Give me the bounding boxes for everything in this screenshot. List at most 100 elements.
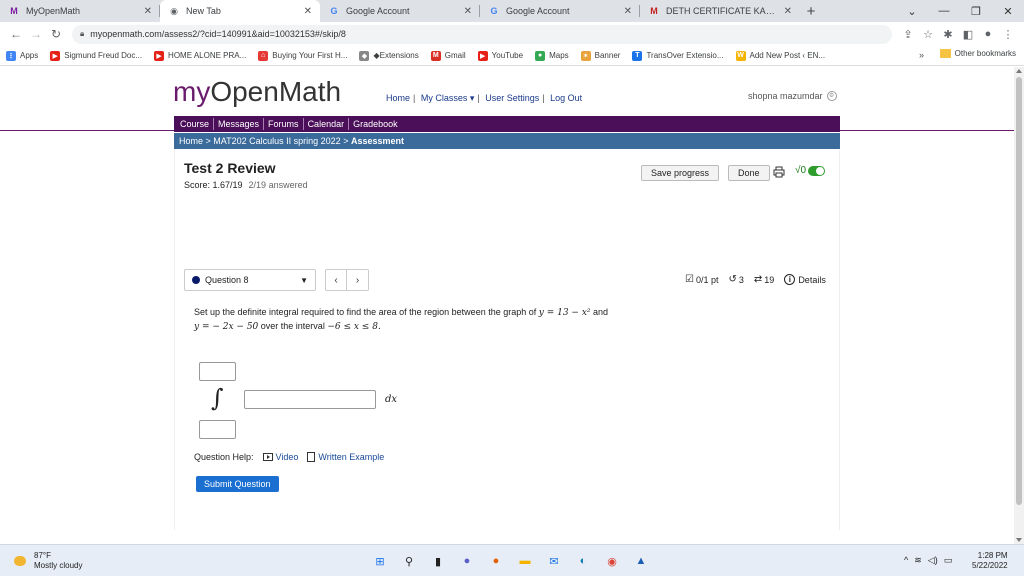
- page-scrollbar[interactable]: [1014, 67, 1024, 544]
- save-progress-button[interactable]: Save progress: [641, 165, 720, 181]
- bookmark-item[interactable]: ● Maps: [535, 50, 569, 61]
- browser-tab-4[interactable]: G Google Account ✕: [480, 0, 640, 22]
- user-settings-gear-icon[interactable]: ⚙: [826, 91, 837, 101]
- scroll-thumb[interactable]: [1016, 77, 1022, 505]
- course-nav-messages[interactable]: Messages: [214, 118, 265, 130]
- battery-icon[interactable]: ▭: [944, 555, 953, 566]
- task-view-icon[interactable]: ▮: [429, 552, 447, 570]
- browser-tab-5[interactable]: M DETH CERTIFICATE KALIPADA M... ✕: [640, 0, 800, 22]
- new-tab-button[interactable]: +: [800, 0, 822, 22]
- url-input[interactable]: 🔒︎ myopenmath.com/assess2/?cid=140991&ai…: [72, 24, 892, 44]
- youtube-icon: ▶: [154, 50, 165, 61]
- nav-logout-link[interactable]: Log Out: [550, 93, 582, 103]
- photos-icon[interactable]: ▲: [632, 552, 650, 570]
- nav-user-settings-link[interactable]: User Settings: [485, 93, 539, 103]
- bookmark-item[interactable]: M Gmail: [430, 50, 466, 61]
- tab-title: DETH CERTIFICATE KALIPADA M...: [666, 6, 780, 16]
- forward-icon[interactable]: →: [26, 27, 46, 41]
- submit-question-button[interactable]: Submit Question: [196, 476, 279, 492]
- breadcrumb-course[interactable]: MAT202 Calculus II spring 2022: [213, 136, 340, 146]
- bookmark-item[interactable]: ▶ HOME ALONE PRA...: [154, 50, 246, 61]
- browser-tab-1[interactable]: M MyOpenMath ✕: [0, 0, 160, 22]
- prev-question-button[interactable]: ‹: [325, 269, 347, 291]
- course-nav-calendar[interactable]: Calendar: [304, 118, 350, 130]
- chrome-icon[interactable]: ◉: [603, 552, 621, 570]
- wifi-icon[interactable]: ≋: [914, 555, 922, 566]
- restore-icon[interactable]: ❐: [960, 0, 992, 22]
- browser-tab-3[interactable]: G Google Account ✕: [320, 0, 480, 22]
- bookmark-item[interactable]: ▶ Sigmund Freud Doc...: [50, 50, 142, 61]
- back-icon[interactable]: ←: [6, 27, 26, 41]
- bookmark-apps[interactable]: ⋮ Apps: [6, 50, 38, 61]
- integrand-input[interactable]: [244, 390, 376, 409]
- bookmark-item[interactable]: W Add New Post ‹ EN...: [735, 50, 825, 61]
- lower-limit-input[interactable]: [199, 420, 236, 439]
- sidepanel-icon[interactable]: ◧: [958, 28, 978, 41]
- search-icon[interactable]: ⚲: [400, 552, 418, 570]
- extension-icon: ◆: [359, 50, 370, 61]
- retry-icon: ↺: [728, 274, 737, 285]
- close-tab-icon[interactable]: ✕: [304, 6, 312, 17]
- bookmark-item[interactable]: ◆ ◆Extensions: [359, 50, 419, 61]
- tab-search-icon[interactable]: ⌄: [896, 0, 928, 22]
- lock-icon[interactable]: 🔒︎: [80, 29, 84, 39]
- scroll-down-icon[interactable]: [1016, 538, 1022, 542]
- video-link[interactable]: Video: [262, 452, 298, 462]
- upper-limit-input[interactable]: [199, 362, 236, 381]
- bookmark-item[interactable]: ▶ YouTube: [477, 50, 523, 61]
- reload-icon[interactable]: ↻: [46, 27, 66, 41]
- youtube-icon: ▶: [50, 50, 61, 61]
- done-button[interactable]: Done: [728, 165, 770, 181]
- written-example-link[interactable]: Written Example: [307, 452, 384, 462]
- scroll-up-icon[interactable]: [1016, 69, 1022, 73]
- checkbox-icon: ☑: [685, 274, 694, 285]
- other-bookmarks[interactable]: Other bookmarks: [939, 49, 1016, 58]
- course-nav-course[interactable]: Course: [176, 118, 215, 130]
- profile-avatar-icon[interactable]: ●: [978, 28, 998, 40]
- myopenmath-logo[interactable]: myOpenMath: [173, 76, 341, 108]
- teams-chat-icon[interactable]: ●: [458, 552, 476, 570]
- mail-icon[interactable]: ✉: [545, 552, 563, 570]
- apps-grid-icon: ⋮: [6, 50, 16, 61]
- more-bookmarks-icon[interactable]: »: [919, 50, 924, 60]
- nav-my-classes-link[interactable]: My Classes ▾: [421, 93, 475, 103]
- details-link[interactable]: i Details: [784, 274, 831, 285]
- close-tab-icon[interactable]: ✕: [144, 6, 152, 17]
- close-tab-icon[interactable]: ✕: [624, 6, 632, 17]
- share-icon[interactable]: ⇪: [898, 28, 918, 41]
- volume-icon[interactable]: ◁): [928, 555, 938, 566]
- print-icon[interactable]: [773, 166, 785, 178]
- course-nav-gradebook[interactable]: Gradebook: [349, 118, 402, 130]
- tab-title: New Tab: [186, 6, 221, 16]
- question-status-dot-icon: [192, 276, 200, 284]
- toggle-switch[interactable]: [808, 165, 826, 176]
- bookmark-star-icon[interactable]: ☆: [918, 28, 938, 41]
- assessment-panel: Test 2 Review Score: 1.67/19 2/19 answere…: [174, 150, 840, 530]
- close-tab-icon[interactable]: ✕: [464, 6, 472, 17]
- tray-overflow-icon[interactable]: ^: [904, 555, 908, 566]
- bookmark-item[interactable]: ⌂ Buying Your First H...: [258, 50, 347, 61]
- nav-home-link[interactable]: Home: [386, 93, 410, 103]
- weather-widget[interactable]: 87°F Mostly cloudy: [14, 551, 82, 571]
- question-select[interactable]: Question 8 ▼: [184, 269, 316, 291]
- points-stat: ☑ 0/1 pt: [685, 274, 719, 285]
- breadcrumb-home[interactable]: Home: [179, 136, 203, 146]
- windows-start-icon[interactable]: ⊞: [371, 552, 389, 570]
- minimize-icon[interactable]: —: [928, 0, 960, 22]
- bookmark-item[interactable]: ✶ Banner: [580, 50, 620, 61]
- course-nav-forums[interactable]: Forums: [264, 118, 304, 130]
- menu-kebab-icon[interactable]: ⋮: [998, 28, 1018, 41]
- next-question-button[interactable]: ›: [347, 269, 369, 291]
- taskbar-clock[interactable]: 1:28 PM 5/22/2022: [972, 551, 1008, 571]
- edge-icon[interactable]: ◐: [574, 552, 592, 570]
- file-explorer-icon[interactable]: ▬: [516, 552, 534, 570]
- close-tab-icon[interactable]: ✕: [784, 6, 792, 17]
- math-entry-toggle[interactable]: √0: [795, 165, 826, 176]
- newtab-favicon-icon: ◉: [170, 5, 178, 16]
- bookmark-item[interactable]: T TransOver Extensio...: [632, 50, 724, 61]
- close-window-icon[interactable]: ✕: [992, 0, 1024, 22]
- question-help: Question Help: Video Written Example: [194, 452, 384, 462]
- extensions-puzzle-icon[interactable]: ✱: [938, 28, 958, 41]
- firefox-icon[interactable]: ●: [487, 552, 505, 570]
- browser-tab-2[interactable]: ◉ New Tab ✕: [160, 0, 320, 22]
